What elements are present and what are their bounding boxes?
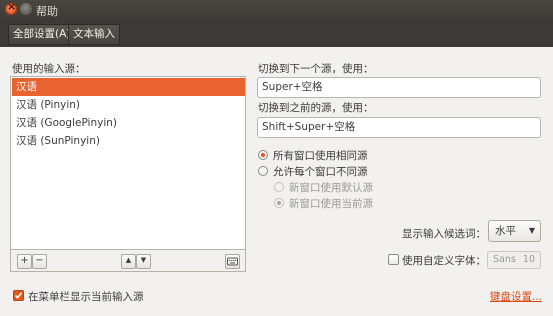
text-input-button[interactable]: 文本输入 <box>68 24 120 45</box>
different-source-label: 允许每个窗口不同源 <box>273 166 368 178</box>
show-in-menu-checkbox[interactable] <box>13 290 24 301</box>
list-item[interactable]: 汉语 (GooglePinyin) <box>12 114 245 132</box>
new-window-default-label: 新窗口使用默认源 <box>289 182 373 194</box>
keyboard-settings-link[interactable]: 键盘设置... <box>490 289 542 304</box>
custom-font-label: 使用自定义字体： <box>402 255 486 267</box>
all-settings-button[interactable]: 全部设置(A) <box>8 24 76 45</box>
window-title: 帮助 <box>36 5 58 18</box>
minimize-icon[interactable] <box>20 3 32 15</box>
keyboard-layout-button[interactable] <box>225 254 240 269</box>
list-item[interactable]: 汉语 (Pinyin) <box>12 96 245 114</box>
candidates-orientation-select[interactable]: 水平 ▼ <box>488 220 541 242</box>
new-window-default-radio[interactable] <box>274 182 284 192</box>
switch-next-label: 切换到下一个源，使用： <box>258 63 374 75</box>
input-sources-label: 使用的输入源： <box>12 63 86 75</box>
same-source-radio[interactable] <box>258 150 268 160</box>
custom-font-checkbox[interactable] <box>388 254 399 265</box>
font-size: 10 <box>522 254 535 265</box>
list-item[interactable]: 汉语 <box>12 78 245 96</box>
checkmark-icon <box>14 292 23 300</box>
same-source-label: 所有窗口使用相同源 <box>273 150 368 162</box>
close-icon[interactable] <box>5 0 17 15</box>
add-source-button[interactable]: + <box>17 254 32 269</box>
remove-source-button[interactable]: − <box>32 254 47 269</box>
show-in-menu-label: 在菜单栏显示当前输入源 <box>28 291 144 303</box>
new-window-current-radio[interactable] <box>274 198 284 208</box>
switch-prev-label: 切换到之前的源，使用： <box>258 102 374 114</box>
move-down-button[interactable]: ▼ <box>136 254 151 269</box>
toolbar: 全部设置(A) 文本输入 <box>0 19 553 47</box>
title-bar: 帮助 <box>0 0 553 19</box>
candidates-label: 显示输入候选词： <box>402 228 486 240</box>
dropdown-arrow-icon: ▼ <box>528 226 535 235</box>
move-up-button[interactable]: ▲ <box>121 254 136 269</box>
list-toolbar: + − ▲ ▼ <box>10 249 246 272</box>
font-chooser-button[interactable]: Sans 10 <box>487 251 541 269</box>
switch-next-shortcut-field[interactable]: Super+空格 <box>257 77 541 98</box>
list-item[interactable]: 汉语 (SunPinyin) <box>12 132 245 150</box>
candidates-value: 水平 <box>495 225 516 237</box>
input-sources-list[interactable]: 汉语 汉语 (Pinyin) 汉语 (GooglePinyin) 汉语 (Sun… <box>10 76 246 250</box>
switch-prev-shortcut-field[interactable]: Shift+Super+空格 <box>257 117 541 138</box>
keyboard-icon <box>227 257 238 266</box>
font-name: Sans <box>493 254 516 265</box>
different-source-radio[interactable] <box>258 166 268 176</box>
new-window-current-label: 新窗口使用当前源 <box>289 198 373 210</box>
